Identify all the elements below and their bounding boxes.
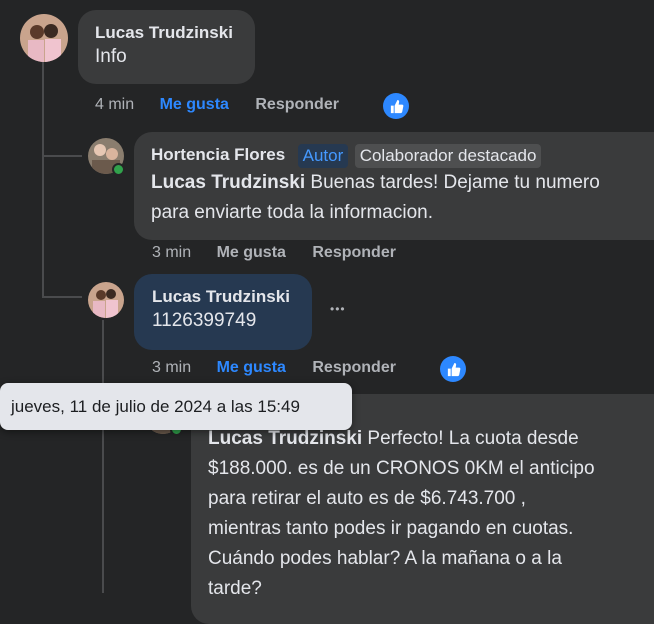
comment-time[interactable]: 4 min bbox=[95, 96, 134, 114]
thread-branch-2 bbox=[42, 296, 82, 298]
comment-text: Perfecto! La cuota desde bbox=[362, 428, 579, 449]
comment-text: Info bbox=[95, 46, 127, 67]
like-button[interactable]: Me gusta bbox=[217, 244, 286, 262]
reply-button[interactable]: Responder bbox=[312, 359, 396, 377]
reply-button[interactable]: Responder bbox=[312, 244, 396, 262]
avatar[interactable] bbox=[20, 14, 68, 62]
comment-text: Buenas tardes! Dejame tu numero bbox=[305, 172, 600, 193]
comment-author[interactable]: Lucas Trudzinski bbox=[95, 23, 238, 43]
comment-bubble: Hortencia Flores Autor Colaborador desta… bbox=[134, 132, 654, 240]
like-button[interactable]: Me gusta bbox=[217, 359, 286, 377]
comment-text: tarde? bbox=[208, 578, 262, 599]
comment-text: Cuándo podes hablar? A la mañana o a la bbox=[208, 548, 562, 569]
like-reaction-icon[interactable] bbox=[383, 93, 409, 119]
like-reaction-icon[interactable] bbox=[440, 356, 466, 382]
more-options-button[interactable]: ••• bbox=[330, 302, 346, 316]
comment-text: 1126399749 bbox=[152, 310, 257, 331]
comment-text: mientras tanto podes ir pagando en cuota… bbox=[208, 518, 574, 539]
reply-button[interactable]: Responder bbox=[255, 96, 339, 114]
like-button[interactable]: Me gusta bbox=[160, 96, 229, 114]
top-contributor-badge: Colaborador destacado bbox=[354, 144, 542, 168]
comment-time[interactable]: 3 min bbox=[152, 359, 191, 377]
comment-text: para enviarte toda la informacion. bbox=[151, 202, 433, 223]
comment-time[interactable]: 3 min bbox=[152, 244, 191, 262]
thread-line-sub bbox=[102, 320, 104, 593]
thread-branch-1 bbox=[42, 155, 82, 157]
comment-bubble-highlighted: Lucas Trudzinski 1126399749 bbox=[134, 274, 312, 350]
comment-author[interactable]: Hortencia Flores bbox=[151, 145, 285, 164]
comment-bubble: Lucas Trudzinski Info bbox=[78, 10, 255, 84]
author-badge: Autor bbox=[297, 144, 349, 168]
comment-text: para retirar el auto es de $6.743.700 , bbox=[208, 488, 526, 509]
comment-text: $188.000. es de un CRONOS 0KM el anticip… bbox=[208, 458, 595, 479]
avatar[interactable] bbox=[88, 282, 124, 318]
mention-link[interactable]: Lucas Trudzinski bbox=[208, 428, 362, 449]
thread-line bbox=[42, 62, 44, 297]
timestamp-tooltip: jueves, 11 de julio de 2024 a las 15:49 bbox=[0, 383, 352, 430]
online-status-icon bbox=[112, 163, 125, 176]
mention-link[interactable]: Lucas Trudzinski bbox=[151, 172, 305, 193]
comment-author[interactable]: Lucas Trudzinski bbox=[152, 287, 294, 307]
